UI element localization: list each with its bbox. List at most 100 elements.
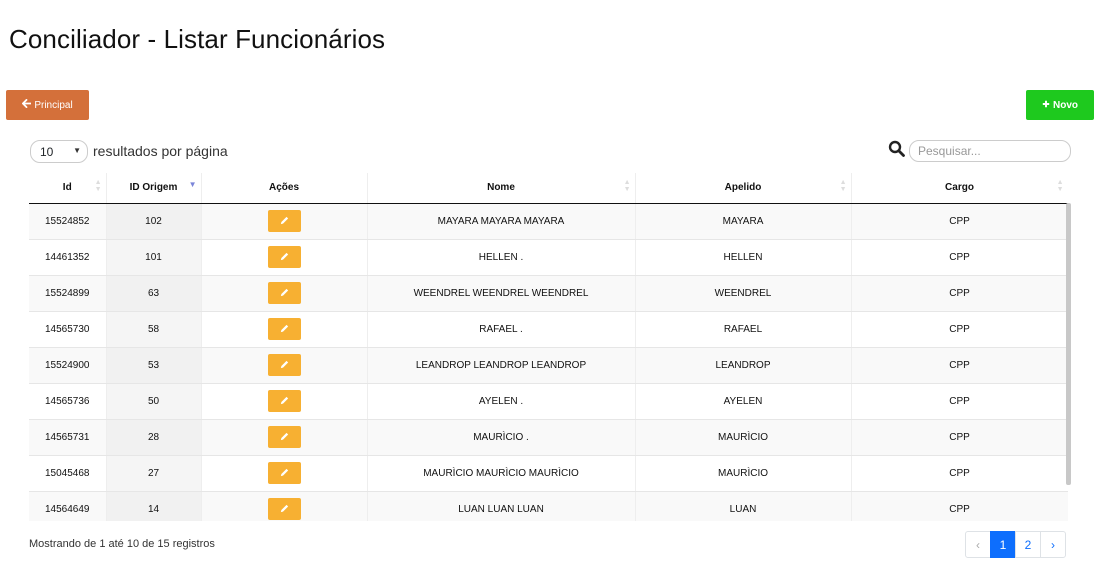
edit-button[interactable] xyxy=(267,354,301,376)
column-header-id-origem[interactable]: ID Origem ▼ xyxy=(106,173,202,204)
cell-apelido: MAURÌCIO xyxy=(635,419,852,456)
pagination-next[interactable]: › xyxy=(1040,531,1066,558)
sort-desc-icon: ▼ xyxy=(188,180,197,189)
cell-apelido: WEENDREL xyxy=(635,275,852,312)
column-header-acoes: Ações xyxy=(201,173,368,204)
cell-id-origem: 102 xyxy=(106,203,202,240)
pencil-icon xyxy=(279,250,290,265)
cell-id-origem: 27 xyxy=(106,455,202,492)
search-input[interactable] xyxy=(909,140,1071,162)
pagination-previous[interactable]: ‹ xyxy=(965,531,991,558)
pagination-page-2[interactable]: 2 xyxy=(1015,531,1041,558)
page-length-label: resultados por página xyxy=(93,143,228,159)
cell-cargo: CPP xyxy=(851,239,1068,276)
pencil-icon xyxy=(279,286,290,301)
new-button[interactable]: Novo xyxy=(1026,90,1094,120)
page-length-select[interactable]: 10 ▼ xyxy=(30,140,88,163)
cell-nome: MAURÌCIO . xyxy=(367,419,636,456)
pencil-icon xyxy=(279,394,290,409)
table-row: 15045468 27 MAURÌCIO MAURÌCIO MAURÌCIO MAUR… xyxy=(29,455,1068,492)
edit-button[interactable] xyxy=(267,246,301,268)
cell-apelido: MAYARA xyxy=(635,203,852,240)
cell-cargo: CPP xyxy=(851,203,1068,240)
cell-id-origem: 101 xyxy=(106,239,202,276)
table-row: 15524899 63 WEENDREL WEENDREL WEENDREL WEEN… xyxy=(29,275,1068,312)
table-row: 14565736 50 AYELEN . AYELEN CPP xyxy=(29,383,1068,420)
cell-cargo: CPP xyxy=(851,419,1068,456)
cell-id-origem: 14 xyxy=(106,491,202,521)
cell-id: 15524899 xyxy=(29,275,107,312)
cell-cargo: CPP xyxy=(851,383,1068,420)
cell-nome: RAFAEL . xyxy=(367,311,636,348)
cell-id: 15045468 xyxy=(29,455,107,492)
employees-table: Id ▲ ▼ ID Origem ▼ Ações Nome ▲ ▼ Apelido ▲ ▼ C… xyxy=(29,173,1068,521)
pencil-icon xyxy=(279,430,290,445)
cell-id-origem: 58 xyxy=(106,311,202,348)
edit-button[interactable] xyxy=(267,498,301,520)
cell-actions xyxy=(201,275,368,312)
cell-cargo: CPP xyxy=(851,491,1068,521)
cell-nome: LEANDROP LEANDROP LEANDROP xyxy=(367,347,636,384)
page-title: Conciliador - Listar Funcionários xyxy=(9,24,386,54)
edit-button[interactable] xyxy=(267,462,301,484)
table-row: 14565730 58 RAFAEL . RAFAEL CPP xyxy=(29,311,1068,348)
table-row: 14565731 28 MAURÌCIO . MAURÌCIO CPP xyxy=(29,419,1068,456)
cell-cargo: CPP xyxy=(851,455,1068,492)
table-header-row: Id ▲ ▼ ID Origem ▼ Ações Nome ▲ ▼ Apelido ▲ ▼ C… xyxy=(29,173,1068,204)
cell-id-origem: 53 xyxy=(106,347,202,384)
edit-button[interactable] xyxy=(267,426,301,448)
cell-cargo: CPP xyxy=(851,311,1068,348)
cell-actions xyxy=(201,347,368,384)
page-length-value: 10 xyxy=(40,144,54,159)
cell-id: 15524900 xyxy=(29,347,107,384)
cell-actions xyxy=(201,419,368,456)
column-header-id[interactable]: Id ▲ ▼ xyxy=(29,173,107,204)
cell-nome: LUAN LUAN LUAN xyxy=(367,491,636,521)
sort-icon: ▲ ▼ xyxy=(623,179,631,193)
cell-apelido: RAFAEL xyxy=(635,311,852,348)
edit-button[interactable] xyxy=(267,210,301,232)
new-button-label: Novo xyxy=(1053,99,1078,111)
cell-apelido: LEANDROP xyxy=(635,347,852,384)
cell-cargo: CPP xyxy=(851,347,1068,384)
table-row: 15524900 53 LEANDROP LEANDROP LEANDROP LEAN… xyxy=(29,347,1068,384)
edit-button[interactable] xyxy=(267,282,301,304)
search-icon xyxy=(888,140,906,160)
cell-id-origem: 28 xyxy=(106,419,202,456)
cell-nome: MAYARA MAYARA MAYARA xyxy=(367,203,636,240)
cell-id-origem: 50 xyxy=(106,383,202,420)
table-row: 14461352 101 HELLEN . HELLEN CPP xyxy=(29,239,1068,276)
pagination-page-1[interactable]: 1 xyxy=(990,531,1016,558)
principal-button[interactable]: Principal xyxy=(6,90,89,120)
pagination: ‹ 1 2 › xyxy=(965,531,1066,558)
cell-id: 14565731 xyxy=(29,419,107,456)
pencil-icon xyxy=(279,358,290,373)
principal-button-label: Principal xyxy=(34,99,73,111)
cell-nome: WEENDREL WEENDREL WEENDREL xyxy=(367,275,636,312)
cell-actions xyxy=(201,455,368,492)
chevron-down-icon: ▼ xyxy=(73,146,81,155)
cell-nome: MAURÌCIO MAURÌCIO MAURÌCIO xyxy=(367,455,636,492)
plus-icon xyxy=(1042,100,1050,111)
cell-apelido: MAURÌCIO xyxy=(635,455,852,492)
pencil-icon xyxy=(279,322,290,337)
cell-id-origem: 63 xyxy=(106,275,202,312)
cell-cargo: CPP xyxy=(851,275,1068,312)
sort-icon: ▲ ▼ xyxy=(1056,179,1064,193)
cell-apelido: AYELEN xyxy=(635,383,852,420)
cell-nome: AYELEN . xyxy=(367,383,636,420)
cell-apelido: HELLEN xyxy=(635,239,852,276)
cell-apelido: LUAN xyxy=(635,491,852,521)
cell-id: 14565736 xyxy=(29,383,107,420)
cell-actions xyxy=(201,239,368,276)
table-info: Mostrando de 1 até 10 de 15 registros xyxy=(29,538,215,550)
pencil-icon xyxy=(279,214,290,229)
column-header-nome[interactable]: Nome ▲ ▼ xyxy=(367,173,636,204)
column-header-apelido[interactable]: Apelido ▲ ▼ xyxy=(635,173,852,204)
column-header-cargo[interactable]: Cargo ▲ ▼ xyxy=(851,173,1068,204)
edit-button[interactable] xyxy=(267,318,301,340)
table-scrollbar[interactable] xyxy=(1066,203,1071,485)
cell-actions xyxy=(201,491,368,521)
edit-button[interactable] xyxy=(267,390,301,412)
sort-icon: ▲ ▼ xyxy=(839,179,847,193)
